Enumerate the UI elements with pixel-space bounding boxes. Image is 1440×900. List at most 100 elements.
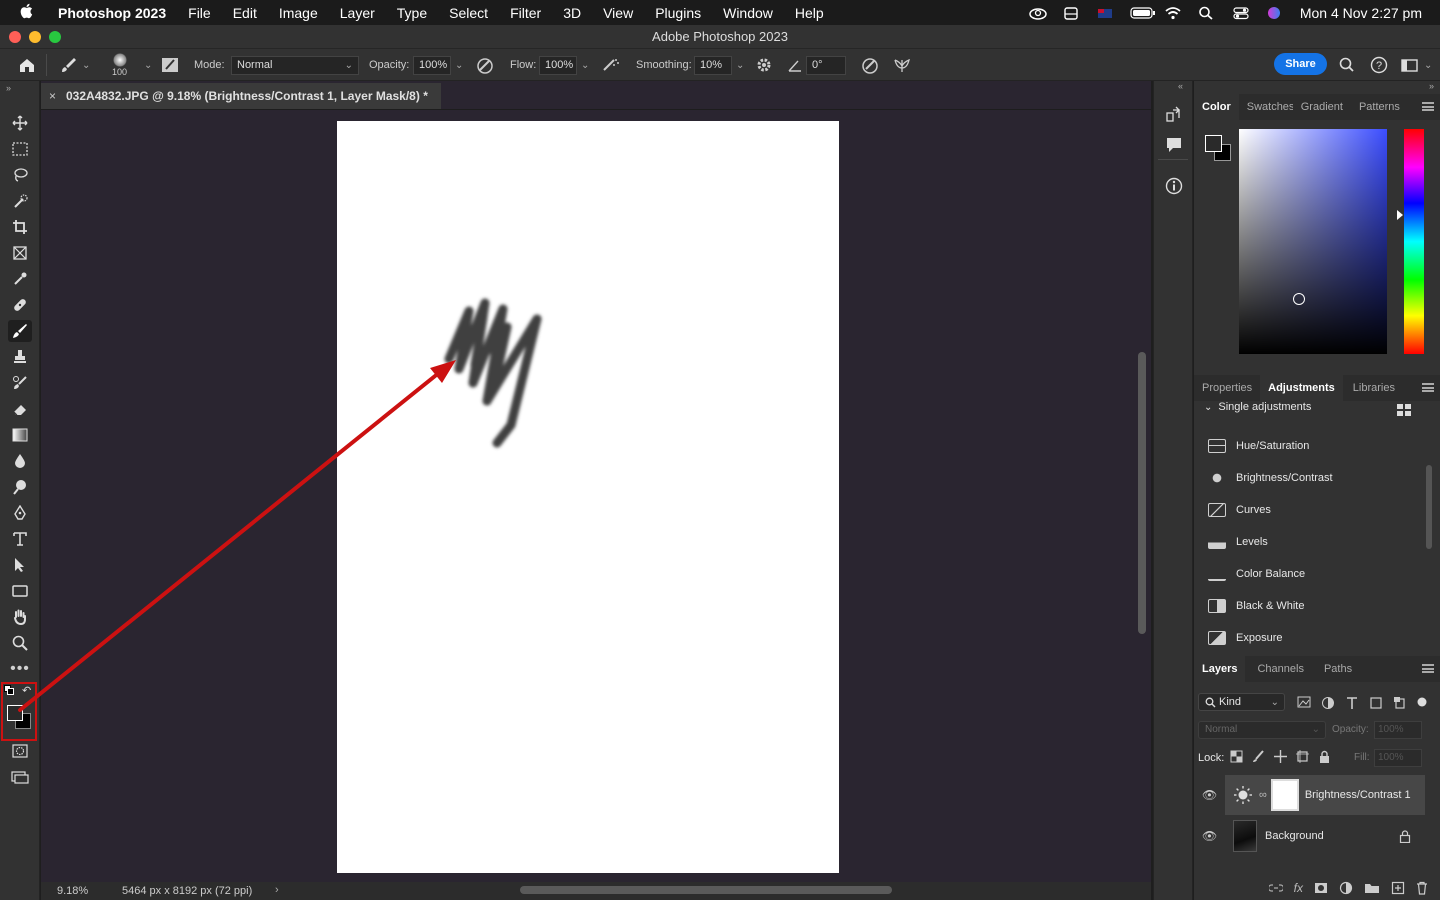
- history-brush-tool[interactable]: [8, 372, 32, 394]
- move-tool[interactable]: [8, 112, 32, 134]
- menu-layer[interactable]: Layer: [340, 5, 375, 21]
- comments-panel-button[interactable]: [1164, 135, 1184, 160]
- tab-properties[interactable]: Properties: [1194, 375, 1260, 401]
- drive-icon[interactable]: [1062, 6, 1082, 20]
- layer-row[interactable]: 👁 Background: [1194, 816, 1434, 856]
- control-center-icon[interactable]: [1232, 6, 1252, 20]
- pixel-filter-icon[interactable]: [1297, 696, 1311, 708]
- fx-icon[interactable]: fx: [1294, 881, 1303, 895]
- layer-opacity-input[interactable]: 100%: [1374, 721, 1422, 739]
- panel-menu-icon[interactable]: [1422, 664, 1434, 673]
- airbrush-button[interactable]: [600, 49, 622, 81]
- apple-icon[interactable]: [20, 3, 40, 23]
- new-group-icon[interactable]: [1364, 881, 1380, 894]
- wifi-icon[interactable]: [1164, 6, 1184, 20]
- adjustment-black-white[interactable]: Black & White: [1208, 596, 1304, 616]
- smoothing-settings-button[interactable]: [755, 49, 773, 81]
- smart-object-filter-icon[interactable]: [1393, 696, 1407, 710]
- adjustment-levels[interactable]: Levels: [1208, 532, 1268, 552]
- filter-toggle-icon[interactable]: [1417, 696, 1427, 710]
- menu-select[interactable]: Select: [449, 5, 488, 21]
- layer-filter-select[interactable]: Kind ⌄: [1198, 693, 1285, 711]
- hue-slider-handle[interactable]: [1397, 210, 1403, 220]
- tab-patterns[interactable]: Patterns: [1351, 94, 1408, 120]
- adjustment-filter-icon[interactable]: [1321, 696, 1335, 710]
- flag-icon[interactable]: [1096, 6, 1116, 20]
- type-tool[interactable]: [8, 528, 32, 550]
- crop-tool[interactable]: [8, 216, 32, 238]
- eraser-tool[interactable]: [8, 398, 32, 420]
- angle-input[interactable]: 0°: [806, 55, 846, 75]
- info-panel-button[interactable]: [1164, 176, 1184, 201]
- mode-select[interactable]: Normal ⌄: [231, 55, 359, 75]
- link-layers-icon[interactable]: [1268, 882, 1283, 894]
- eyedropper-tool[interactable]: [8, 268, 32, 290]
- horizontal-scrollbar[interactable]: [520, 886, 892, 894]
- lasso-tool[interactable]: [8, 164, 32, 186]
- adjustments-scrollbar[interactable]: [1426, 465, 1432, 549]
- lock-all-icon[interactable]: [1318, 750, 1331, 763]
- home-button[interactable]: [18, 49, 36, 81]
- brush-size-picker[interactable]: 100: [112, 49, 127, 81]
- visibility-eye-icon[interactable]: 👁: [1202, 788, 1220, 802]
- menu-type[interactable]: Type: [397, 5, 427, 21]
- healing-brush-tool[interactable]: [8, 294, 32, 316]
- trash-icon[interactable]: [1416, 881, 1428, 895]
- document-canvas[interactable]: [337, 121, 839, 873]
- tab-swatches[interactable]: Swatches: [1239, 94, 1293, 120]
- tab-libraries[interactable]: Libraries: [1343, 375, 1403, 401]
- menu-file[interactable]: File: [188, 5, 211, 21]
- spotlight-search-icon[interactable]: [1198, 6, 1218, 20]
- tab-paths[interactable]: Paths: [1312, 656, 1360, 682]
- adjustment-hue-saturation[interactable]: Hue/Saturation: [1208, 436, 1309, 456]
- chevron-down-icon[interactable]: ⌄: [144, 60, 152, 71]
- close-window-button[interactable]: [9, 31, 21, 43]
- zoom-window-button[interactable]: [49, 31, 61, 43]
- layer-name[interactable]: Brightness/Contrast 1: [1305, 789, 1411, 801]
- hand-tool[interactable]: [8, 606, 32, 628]
- minimize-window-button[interactable]: [29, 31, 41, 43]
- flow-input[interactable]: 100%: [539, 55, 577, 75]
- color-picker-marker[interactable]: [1293, 293, 1305, 305]
- opacity-input[interactable]: 100%: [413, 55, 451, 75]
- layer-name[interactable]: Background: [1265, 830, 1324, 842]
- chevron-down-icon[interactable]: ⌄: [455, 60, 463, 71]
- gradient-tool[interactable]: [8, 424, 32, 446]
- pressure-size-button[interactable]: [860, 49, 880, 81]
- new-adjustment-layer-icon[interactable]: [1339, 881, 1353, 895]
- tab-gradient[interactable]: Gradient: [1293, 94, 1351, 120]
- menu-window[interactable]: Window: [723, 5, 773, 21]
- workspace-switcher[interactable]: ⌄: [1400, 49, 1432, 81]
- close-document-icon[interactable]: ×: [49, 83, 56, 109]
- lock-position-icon[interactable]: [1274, 750, 1287, 763]
- collapse-toolbar-icon[interactable]: »: [6, 83, 11, 93]
- layer-row[interactable]: 👁 ∞ Brightness/Contrast 1: [1194, 775, 1434, 815]
- new-layer-icon[interactable]: [1391, 881, 1405, 895]
- menu-edit[interactable]: Edit: [233, 5, 257, 21]
- adjustment-curves[interactable]: Curves: [1208, 500, 1271, 520]
- tool-preset-picker[interactable]: ⌄: [60, 49, 90, 81]
- screen-mode-button[interactable]: [8, 766, 32, 788]
- layer-row-body[interactable]: ∞ Brightness/Contrast 1: [1225, 775, 1425, 815]
- layer-row-body[interactable]: Background: [1225, 816, 1425, 856]
- type-filter-icon[interactable]: [1345, 696, 1359, 710]
- layer-mask-link-icon[interactable]: ∞: [1259, 789, 1267, 801]
- single-adjustments-header[interactable]: ⌄ Single adjustments: [1204, 401, 1311, 413]
- battery-icon[interactable]: [1130, 6, 1155, 20]
- brush-settings-button[interactable]: [160, 49, 180, 81]
- layer-mask-thumbnail[interactable]: [1270, 779, 1299, 811]
- collapse-panels-icon[interactable]: «: [1178, 81, 1183, 91]
- share-button[interactable]: Share: [1274, 53, 1327, 75]
- shape-filter-icon[interactable]: [1369, 696, 1383, 710]
- adjustment-exposure[interactable]: Exposure: [1208, 628, 1282, 648]
- clone-stamp-tool[interactable]: [8, 346, 32, 368]
- lock-artboard-icon[interactable]: [1296, 750, 1309, 763]
- edit-toolbar-button[interactable]: •••: [8, 658, 32, 680]
- lock-transparent-pixels-icon[interactable]: [1230, 750, 1243, 763]
- tab-adjustments[interactable]: Adjustments: [1260, 375, 1343, 401]
- zoom-tool[interactable]: [8, 632, 32, 654]
- path-selection-tool[interactable]: [8, 554, 32, 576]
- siri-icon[interactable]: [1266, 6, 1286, 20]
- vertical-scrollbar[interactable]: [1138, 352, 1146, 634]
- menu-3d[interactable]: 3D: [563, 5, 581, 21]
